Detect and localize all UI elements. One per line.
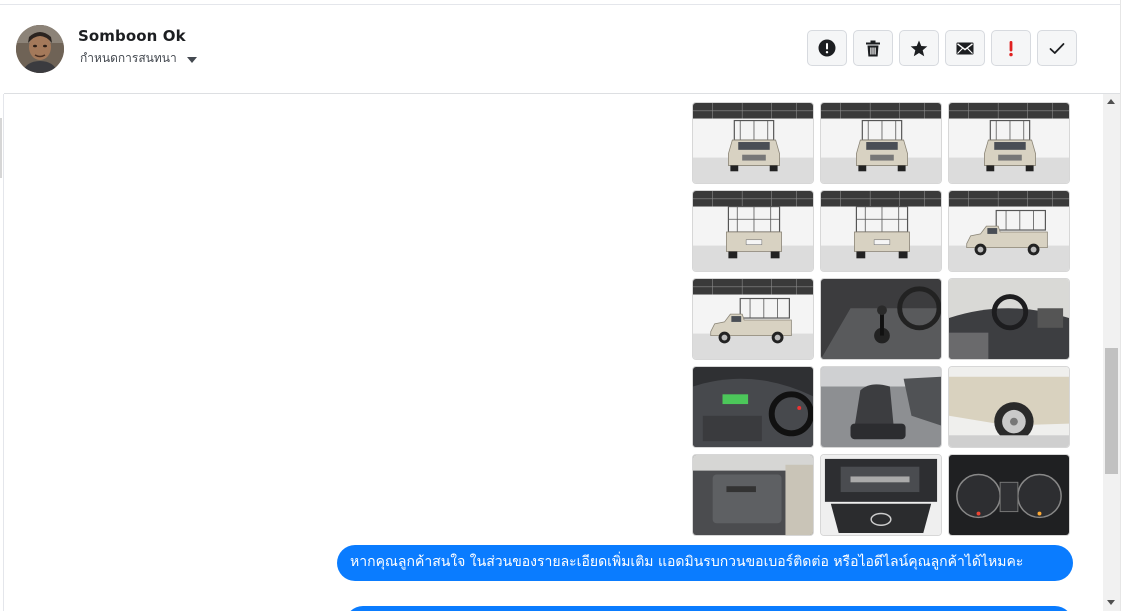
- next-message-bubble: [345, 606, 1073, 611]
- exclamation-icon: [1008, 40, 1014, 57]
- avatar[interactable]: [16, 25, 64, 73]
- assign-conversation-dropdown[interactable]: กำหนดการสนทนา: [80, 49, 197, 68]
- delete-button[interactable]: [853, 30, 893, 66]
- trash-icon: [865, 40, 881, 57]
- thread-scrollbar[interactable]: [1103, 94, 1120, 611]
- assign-conversation-label: กำหนดการสนทนา: [80, 51, 177, 65]
- photo-thumbnail-pickup-side-rear[interactable]: [948, 190, 1070, 272]
- photo-thumbnail-front-wheel-closeup[interactable]: [948, 366, 1070, 448]
- photo-thumbnail-pickup-rear-left[interactable]: [692, 190, 814, 272]
- message-thread: หากคุณลูกค้าสนใจ ในส่วนของรายละเอียดเพิ่…: [4, 94, 1102, 611]
- photo-thumbnail-passenger-seat[interactable]: [820, 366, 942, 448]
- alert-circle-icon: [818, 39, 836, 57]
- conversation-header: Somboon Ok กำหนดการสนทนา: [4, 5, 1120, 94]
- message-bubble: หากคุณลูกค้าสนใจ ในส่วนของรายละเอียดเพิ่…: [337, 545, 1073, 581]
- photo-thumbnail-engine-bay[interactable]: [820, 454, 942, 536]
- photo-thumbnail-pickup-front-right[interactable]: [948, 102, 1070, 184]
- caret-down-icon: [186, 56, 197, 63]
- report-spam-button[interactable]: [807, 30, 847, 66]
- photo-thumbnail-pickup-front[interactable]: [820, 102, 942, 184]
- inbox-conversation-window: Somboon Ok กำหนดการสนทนา หากคุณลูกค้าสนใ…: [0, 0, 1130, 611]
- photo-thumbnail-pickup-front-left[interactable]: [692, 102, 814, 184]
- message-text: หากคุณลูกค้าสนใจ ในส่วนของรายละเอียดเพิ่…: [350, 554, 1024, 570]
- photo-thumbnail-interior-gearshift[interactable]: [820, 278, 942, 360]
- photo-thumbnail-door-panel[interactable]: [692, 454, 814, 536]
- follow-up-button[interactable]: [991, 30, 1031, 66]
- contact-name: Somboon Ok: [78, 27, 186, 45]
- checkmark-icon: [1049, 42, 1065, 55]
- photo-thumbnail-pickup-side[interactable]: [692, 278, 814, 360]
- envelope-icon: [956, 42, 974, 55]
- photo-thumbnail-instrument-cluster[interactable]: [948, 454, 1070, 536]
- conversation-toolbar: [807, 30, 1077, 66]
- scroll-up-arrow-icon[interactable]: [1107, 99, 1115, 104]
- photo-thumbnail-dashboard-console[interactable]: [692, 366, 814, 448]
- scrollbar-thumb[interactable]: [1105, 348, 1118, 474]
- star-button[interactable]: [899, 30, 939, 66]
- left-panel-scroll-indicator: [0, 118, 2, 178]
- photo-thumbnail-interior-dashboard[interactable]: [948, 278, 1070, 360]
- scroll-down-arrow-icon[interactable]: [1107, 600, 1115, 605]
- mark-done-button[interactable]: [1037, 30, 1077, 66]
- photo-thumbnail-pickup-rear[interactable]: [820, 190, 942, 272]
- mark-unread-button[interactable]: [945, 30, 985, 66]
- star-icon: [910, 40, 928, 57]
- right-edge: [1120, 0, 1130, 611]
